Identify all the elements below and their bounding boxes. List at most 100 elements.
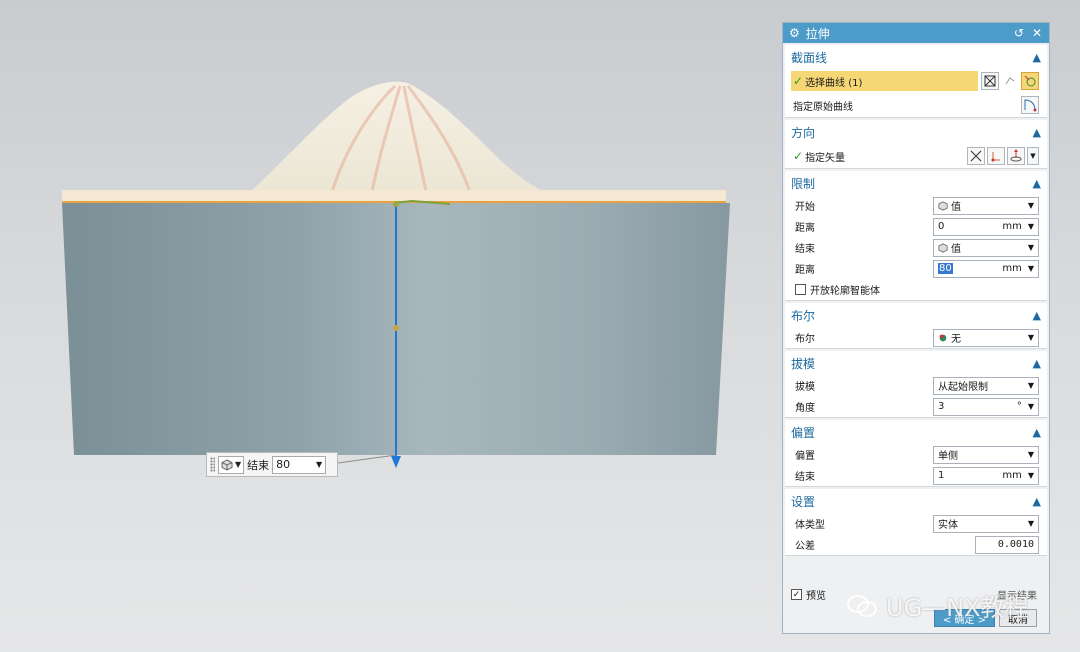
select-curve-row[interactable]: ✓ 选择曲线 (1) xyxy=(785,69,1047,93)
dialog-titlebar[interactable]: ⚙ 拉伸 ↺ ✕ xyxy=(783,23,1049,43)
watermark-text: UG—NX教程 xyxy=(886,594,1029,622)
start-row: 开始 值 ▼ xyxy=(785,195,1047,216)
settings-header[interactable]: 设置 ▲ xyxy=(785,489,1047,513)
reverse-direction-icon[interactable] xyxy=(967,147,985,165)
inferred-vector-icon[interactable] xyxy=(1007,147,1025,165)
origin-curve-row[interactable]: 指定原始曲线 xyxy=(785,93,1047,117)
chevron-down-icon: ▼ xyxy=(1027,381,1034,390)
end-dropdown[interactable]: 值 ▼ xyxy=(933,238,1039,257)
distance-start-unit: mm xyxy=(1002,221,1022,232)
curve-filter-icon[interactable] xyxy=(1001,72,1019,90)
limit-type-dropdown[interactable]: ▼ xyxy=(218,455,245,474)
start-label: 开始 xyxy=(795,202,815,213)
drag-grip-icon[interactable] xyxy=(210,457,215,472)
section-curve-title: 截面线 xyxy=(791,50,828,65)
open-profile-row[interactable]: 开放轮廓智能体 xyxy=(785,279,1047,300)
open-profile-checkbox[interactable] xyxy=(795,284,806,295)
close-icon[interactable]: ✕ xyxy=(1031,26,1043,40)
chevron-down-icon: ▼ xyxy=(235,460,242,469)
reset-icon[interactable]: ↺ xyxy=(1013,26,1025,40)
limits-group: 限制 ▲ 开始 值 ▼ 距离 0 mm ▼ 结束 值 ▼ 距离 80 mm ▼ … xyxy=(785,171,1047,301)
offset-value: 单侧 xyxy=(938,451,958,462)
offset-title: 偏置 xyxy=(791,425,816,440)
body-type-value: 实体 xyxy=(938,520,958,531)
collapse-icon[interactable]: ▲ xyxy=(1033,51,1041,64)
boolean-group: 布尔 ▲ 布尔 无 ▼ xyxy=(785,303,1047,349)
section-curve-header[interactable]: 截面线 ▲ xyxy=(785,45,1047,69)
start-handle[interactable] xyxy=(393,201,399,207)
body-type-row: 体类型 实体 ▼ xyxy=(785,513,1047,534)
distance-start-input[interactable]: 0 mm ▼ xyxy=(933,217,1039,236)
select-curve-icon[interactable] xyxy=(1021,72,1039,90)
tolerance-input[interactable]: 0.0010 xyxy=(975,535,1039,554)
offset-end-value: 1 xyxy=(938,470,945,481)
draft-header[interactable]: 拔模 ▲ xyxy=(785,351,1047,375)
draft-dropdown[interactable]: 从起始限制 ▼ xyxy=(933,376,1039,395)
angle-value: 3 xyxy=(938,401,945,412)
offset-dropdown[interactable]: 单侧 ▼ xyxy=(933,445,1039,464)
distance-end-label: 距离 xyxy=(795,265,815,276)
specify-vector-row[interactable]: ✓ 指定矢量 ▼ xyxy=(785,144,1047,168)
boolean-header[interactable]: 布尔 ▲ xyxy=(785,303,1047,327)
collapse-icon[interactable]: ▲ xyxy=(1033,177,1041,190)
limits-header[interactable]: 限制 ▲ xyxy=(785,171,1047,195)
inline-end-value: 80 xyxy=(276,458,291,471)
chevron-down-icon: ▼ xyxy=(1027,264,1034,273)
value-cube-icon xyxy=(938,242,948,253)
value-cube-icon xyxy=(938,200,948,211)
check-icon: ✓ xyxy=(793,74,804,88)
chevron-down-icon: ▼ xyxy=(1027,243,1034,252)
chevron-down-icon: ▼ xyxy=(316,460,323,469)
offset-row: 偏置 单侧 ▼ xyxy=(785,444,1047,465)
angle-input[interactable]: 3 ° ▼ xyxy=(933,397,1039,416)
preview-checkbox[interactable]: ✓ xyxy=(791,589,802,600)
mid-handle[interactable] xyxy=(393,325,399,331)
model-view[interactable] xyxy=(0,0,780,652)
collapse-icon[interactable]: ▲ xyxy=(1033,357,1041,370)
specify-vector-label: 指定矢量 xyxy=(805,152,846,164)
gear-icon[interactable]: ⚙ xyxy=(789,26,800,40)
distance-end-input[interactable]: 80 mm ▼ xyxy=(933,259,1039,278)
collapse-icon[interactable]: ▲ xyxy=(1033,495,1041,508)
boolean-title: 布尔 xyxy=(791,308,816,323)
open-profile-label: 开放轮廓智能体 xyxy=(810,286,880,297)
offset-group: 偏置 ▲ 偏置 单侧 ▼ 结束 1 mm ▼ xyxy=(785,420,1047,487)
distance-start-label: 距离 xyxy=(795,223,815,234)
collapse-icon[interactable]: ▲ xyxy=(1033,126,1041,139)
offset-header[interactable]: 偏置 ▲ xyxy=(785,420,1047,444)
origin-curve-icon[interactable] xyxy=(1021,96,1039,114)
chevron-down-icon[interactable]: ▼ xyxy=(1027,147,1039,165)
settings-group: 设置 ▲ 体类型 实体 ▼ 公差 0.0010 xyxy=(785,489,1047,556)
chevron-down-icon: ▼ xyxy=(1027,201,1034,210)
boolean-dropdown[interactable]: 无 ▼ xyxy=(933,328,1039,347)
body-type-dropdown[interactable]: 实体 ▼ xyxy=(933,514,1039,533)
end-row: 结束 值 ▼ xyxy=(785,237,1047,258)
direction-header[interactable]: 方向 ▲ xyxy=(785,120,1047,144)
value-cube-icon xyxy=(221,458,233,471)
leader-line xyxy=(337,454,397,464)
vector-arrowhead[interactable] xyxy=(391,456,401,468)
start-dropdown[interactable]: 值 ▼ xyxy=(933,196,1039,215)
collapse-icon[interactable]: ▲ xyxy=(1033,426,1041,439)
chevron-down-icon: ▼ xyxy=(1027,450,1034,459)
inline-end-input[interactable]: 80 ▼ xyxy=(272,455,327,474)
chevron-down-icon: ▼ xyxy=(1027,222,1034,231)
extrude-dialog: ⚙ 拉伸 ↺ ✕ 截面线 ▲ ✓ 选择曲线 (1) 指定原始曲线 方向 ▲ ✓ … xyxy=(782,22,1050,634)
boolean-row: 布尔 无 ▼ xyxy=(785,327,1047,348)
distance-end-value: 80 xyxy=(938,263,953,274)
end-value: 值 xyxy=(951,244,961,255)
offset-end-input[interactable]: 1 mm ▼ xyxy=(933,466,1039,485)
sketch-section-icon[interactable] xyxy=(981,72,999,90)
body-type-label: 体类型 xyxy=(795,520,825,531)
collapse-icon[interactable]: ▲ xyxy=(1033,309,1041,322)
start-value: 值 xyxy=(951,202,961,213)
draft-row: 拔模 从起始限制 ▼ xyxy=(785,375,1047,396)
preview-label: 预览 xyxy=(806,591,826,602)
vector-dialog-icon[interactable] xyxy=(987,147,1005,165)
distance-end-row: 距离 80 mm ▼ xyxy=(785,258,1047,279)
direction-title: 方向 xyxy=(791,125,816,140)
origin-curve-label: 指定原始曲线 xyxy=(793,101,853,113)
tolerance-row: 公差 0.0010 xyxy=(785,534,1047,555)
angle-label: 角度 xyxy=(795,403,815,414)
top-rim xyxy=(62,190,726,202)
